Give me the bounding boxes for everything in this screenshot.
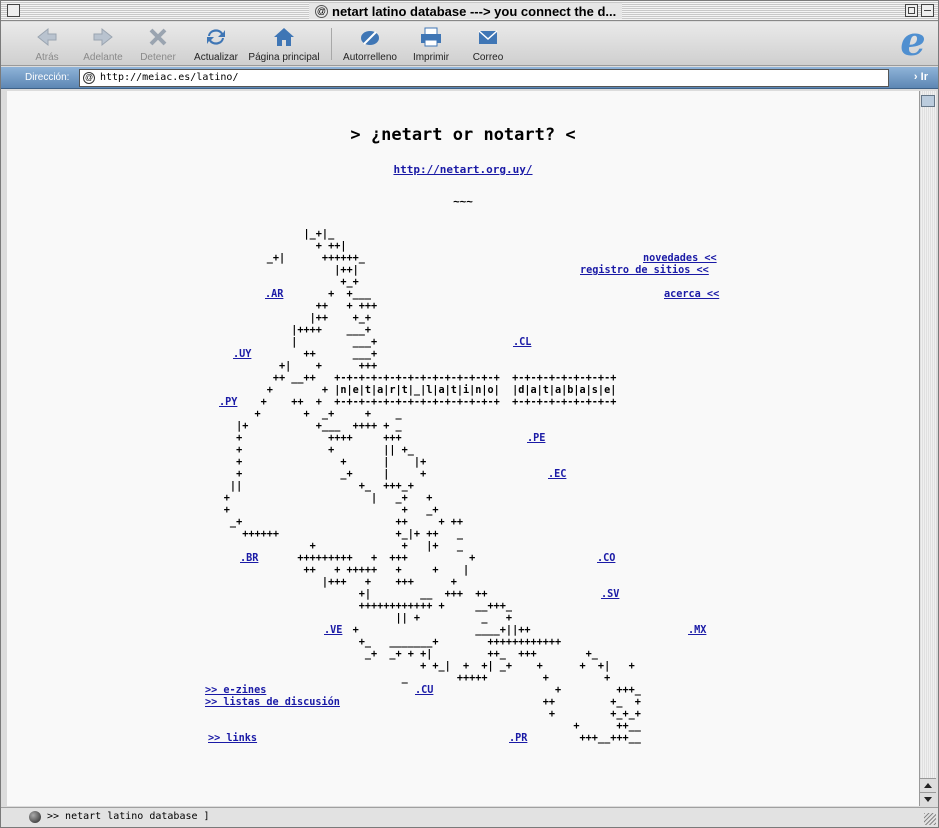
country-link-ve[interactable]: .VE <box>324 625 342 636</box>
browser-window: @ netart latino database ---> you connec… <box>0 0 939 828</box>
acerca-link[interactable]: acerca << <box>664 289 719 300</box>
window-title: @ netart latino database ---> you connec… <box>309 3 623 19</box>
resize-handle-icon[interactable] <box>924 813 936 825</box>
refresh-button[interactable]: Actualizar <box>191 24 241 64</box>
toolbar: Atrás Adelante Detener Actualizar Página… <box>1 22 938 66</box>
refresh-icon <box>207 29 225 45</box>
refresh-label: Actualizar <box>194 52 238 63</box>
close-box-icon[interactable] <box>7 4 20 17</box>
registro-link[interactable]: registro de sitios << <box>580 265 709 276</box>
stop-label: Detener <box>140 52 176 63</box>
address-bar: Dirección: http://meiac.es/latino/ @ › I… <box>1 67 938 89</box>
collapse-box-icon[interactable] <box>921 4 934 17</box>
country-link-uy[interactable]: .UY <box>233 349 251 360</box>
globe-icon <box>29 811 41 823</box>
back-button[interactable]: Atrás <box>29 24 65 64</box>
page-content: > ¿netart or notart? < http://netart.org… <box>7 91 919 806</box>
at-sign-icon: @ <box>83 72 95 84</box>
country-link-co[interactable]: .CO <box>597 553 615 564</box>
scroll-down-arrow-icon[interactable] <box>920 792 936 806</box>
stop-x-icon <box>149 28 167 46</box>
country-link-cu[interactable]: .CU <box>415 685 433 696</box>
e-zines-link[interactable]: >> e-zines <box>205 685 266 696</box>
print-label: Imprimir <box>412 52 450 63</box>
back-label: Atrás <box>35 52 59 63</box>
home-icon <box>274 28 294 46</box>
mail-envelope-icon <box>478 30 498 44</box>
links-link[interactable]: >> links <box>208 733 257 744</box>
mail-button[interactable]: Correo <box>467 24 509 64</box>
toolbar-separator <box>331 28 332 60</box>
country-link-br[interactable]: .BR <box>240 553 258 564</box>
printer-icon <box>421 27 441 47</box>
ascii-art-figure: |_+|_ + ++| _+| ++++++_ |++| +_+ + +___ … <box>223 229 641 744</box>
country-link-sv[interactable]: .SV <box>601 589 619 600</box>
country-link-cl[interactable]: .CL <box>513 337 531 348</box>
forward-label: Adelante <box>83 52 123 63</box>
status-text: >> netart latino database ] <box>47 811 210 822</box>
country-link-pe[interactable]: .PE <box>527 433 545 444</box>
go-label: Ir <box>920 71 928 83</box>
country-link-ar[interactable]: .AR <box>265 289 283 300</box>
forward-button[interactable]: Adelante <box>81 24 125 64</box>
window-title-text: netart latino database ---> you connect … <box>332 3 617 19</box>
listas-link[interactable]: >> listas de discusión <box>205 697 340 708</box>
autofill-button[interactable]: Autorrelleno <box>341 24 399 64</box>
address-input[interactable]: http://meiac.es/latino/ <box>79 69 889 87</box>
mail-label: Correo <box>472 52 504 63</box>
home-label: Página principal <box>248 52 320 63</box>
status-bar: >> netart latino database ] <box>1 807 938 827</box>
country-link-ec[interactable]: .EC <box>548 469 566 480</box>
scrollbar-thumb[interactable] <box>921 95 935 107</box>
country-link-mx[interactable]: .MX <box>688 625 706 636</box>
back-arrow-icon <box>37 27 57 47</box>
scroll-up-arrow-icon[interactable] <box>920 778 936 792</box>
page-heading: > ¿netart or notart? < <box>350 125 576 145</box>
home-button[interactable]: Página principal <box>247 24 321 64</box>
print-button[interactable]: Imprimir <box>409 24 453 64</box>
netart-org-link[interactable]: http://netart.org.uy/ <box>393 163 532 176</box>
country-link-py[interactable]: .PY <box>219 397 237 408</box>
forward-arrow-icon <box>93 27 113 47</box>
autofill-label: Autorrelleno <box>343 52 397 63</box>
stop-button[interactable]: Detener <box>137 24 179 64</box>
go-button[interactable]: › Ir <box>914 71 928 83</box>
novedades-link[interactable]: novedades << <box>643 253 717 264</box>
zoom-box-icon[interactable] <box>905 4 918 17</box>
top-link-container: http://netart.org.uy/ <box>7 163 919 176</box>
address-label: Dirección: <box>25 72 70 83</box>
vertical-scrollbar[interactable] <box>919 91 936 806</box>
ie-logo-icon: e <box>900 18 926 65</box>
tilde-separator: ~~~ <box>453 195 473 208</box>
autofill-pen-icon <box>361 31 379 45</box>
at-sign-icon: @ <box>315 4 328 18</box>
title-bar[interactable]: @ netart latino database ---> you connec… <box>1 1 938 21</box>
country-link-pr[interactable]: .PR <box>509 733 527 744</box>
